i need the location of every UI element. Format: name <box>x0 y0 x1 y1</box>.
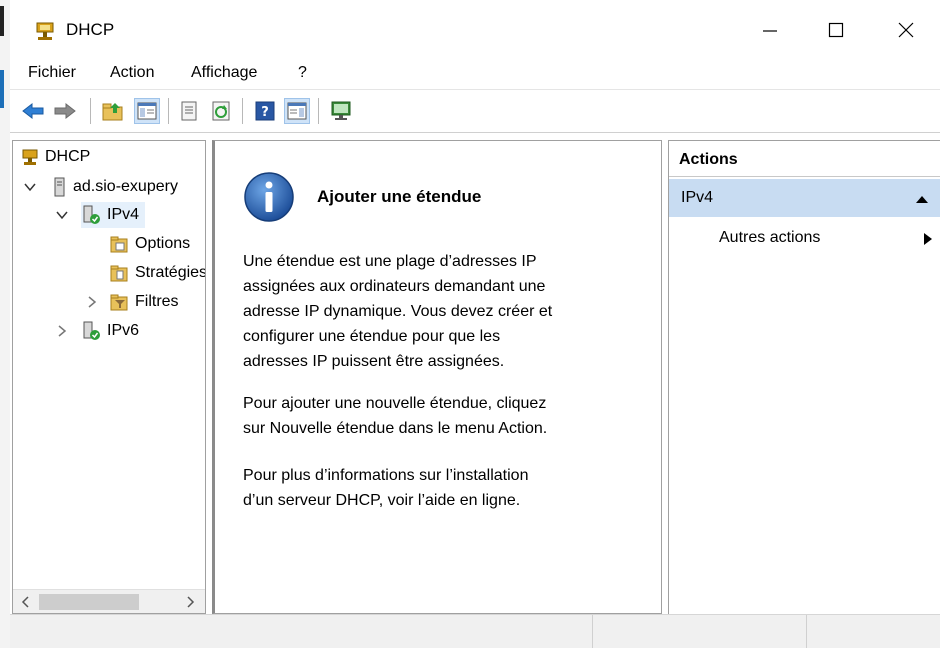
ipv4-icon <box>83 205 100 224</box>
tree-node-ipv6[interactable]: IPv6 <box>81 318 139 344</box>
status-bar <box>10 614 940 648</box>
toolbar-separator <box>168 98 169 124</box>
menu-fichier[interactable]: Fichier <box>28 64 76 82</box>
tree-label: IPv6 <box>107 322 140 339</box>
filters-folder-icon <box>110 294 128 311</box>
scroll-right-icon[interactable] <box>183 595 197 609</box>
page-title: Ajouter une étendue <box>317 187 482 206</box>
tree-node-filters[interactable]: Filtres <box>109 289 179 315</box>
tree-node-options[interactable]: Options <box>109 231 190 257</box>
tree-node-strategies[interactable]: Stratégies <box>109 260 206 286</box>
forward-button[interactable] <box>52 98 78 124</box>
collapse-up-icon[interactable] <box>915 194 929 204</box>
actions-section-label: IPv4 <box>681 189 714 206</box>
toolbar: ? <box>10 89 940 133</box>
show-hide-console-tree-icon <box>137 102 157 120</box>
chevron-down-icon <box>24 183 36 192</box>
menu-action[interactable]: Action <box>110 64 154 82</box>
help-button[interactable]: ? <box>252 98 278 124</box>
forward-arrow-icon <box>54 102 76 120</box>
back-button[interactable] <box>20 98 46 124</box>
chevron-right-icon <box>58 325 67 337</box>
actions-section-ipv4[interactable]: IPv4 <box>669 179 940 217</box>
maximize-button[interactable] <box>806 10 866 50</box>
result-pane: Ajouter une étendue Une étendue est une … <box>212 140 662 614</box>
console-tree: DHCP ad.sio-exupery IPv4 Options Stratég… <box>12 140 206 614</box>
up-folder-icon <box>102 103 123 121</box>
toolbar-separator <box>318 98 319 124</box>
help-paragraph: Pour plus d’informations sur l’installat… <box>243 467 529 509</box>
help-icon: ? <box>255 101 275 121</box>
scrollbar-thumb[interactable] <box>39 594 139 610</box>
minimize-button[interactable] <box>740 10 800 50</box>
close-button[interactable] <box>876 10 936 50</box>
maximize-icon <box>828 22 844 38</box>
window-title: DHCP <box>66 20 115 39</box>
expand-server-toggle[interactable] <box>23 180 37 194</box>
tree-label: IPv4 <box>107 206 140 223</box>
more-actions-item[interactable]: Autres actions <box>719 229 820 247</box>
refresh-icon <box>212 101 230 121</box>
toolbar-separator <box>90 98 91 124</box>
properties-button[interactable] <box>176 98 202 124</box>
chevron-down-icon <box>56 211 68 220</box>
menu-bar: Fichier Action Affichage ? <box>10 58 940 88</box>
back-arrow-icon <box>22 102 44 120</box>
instruction-paragraph: Pour ajouter une nouvelle étendue, cliqu… <box>243 395 548 437</box>
horizontal-scrollbar[interactable] <box>13 589 205 613</box>
info-icon <box>243 171 295 223</box>
tree-node-ipv4[interactable]: IPv4 <box>81 202 146 228</box>
svg-text:?: ? <box>261 105 269 120</box>
monitor-icon <box>331 101 351 120</box>
scroll-left-icon[interactable] <box>19 595 33 609</box>
menu-help[interactable]: ? <box>298 64 307 82</box>
tree-label: ad.sio-exupery <box>73 178 178 195</box>
tree-label: Filtres <box>135 293 179 310</box>
menu-affichage[interactable]: Affichage <box>191 64 257 82</box>
actions-pane: Actions IPv4 Autres actions <box>668 140 940 614</box>
properties-icon <box>181 101 197 121</box>
desktop-edge-mark <box>0 6 4 36</box>
submenu-arrow-icon <box>924 233 932 245</box>
tree-label: DHCP <box>45 148 91 165</box>
refresh-button[interactable] <box>208 98 234 124</box>
chevron-right-icon <box>88 296 97 308</box>
tree-node-server[interactable]: ad.sio-exupery <box>53 174 178 200</box>
dhcp-icon <box>22 149 38 165</box>
description-paragraph: Une étendue est une plage d’adresses IP … <box>243 253 553 370</box>
ipv6-icon <box>83 321 100 340</box>
tree-label: Options <box>135 235 191 252</box>
options-folder-icon <box>110 236 128 253</box>
dhcp-app-icon <box>34 20 56 42</box>
status-separator <box>592 615 593 648</box>
show-hide-console-tree-button[interactable] <box>134 98 160 124</box>
desktop-edge-mark <box>0 70 4 108</box>
status-separator <box>806 615 807 648</box>
minimize-icon <box>763 30 777 32</box>
monitor-button[interactable] <box>328 98 354 124</box>
expand-ipv4-toggle[interactable] <box>55 208 69 222</box>
server-icon <box>54 177 65 197</box>
toolbar-separator <box>242 98 243 124</box>
title-bar: DHCP <box>10 0 940 58</box>
policies-folder-icon <box>110 265 128 282</box>
close-icon <box>898 22 914 38</box>
more-actions-label: Autres actions <box>719 229 821 246</box>
tree-label: Stratégies <box>135 264 206 281</box>
tree-node-dhcp[interactable]: DHCP <box>21 144 90 170</box>
show-hide-action-pane-button[interactable] <box>284 98 310 124</box>
up-level-button[interactable] <box>100 98 126 124</box>
expand-filters-toggle[interactable] <box>85 295 99 309</box>
expand-ipv6-toggle[interactable] <box>55 324 69 338</box>
show-hide-action-pane-icon <box>287 102 307 120</box>
actions-header: Actions <box>669 141 940 177</box>
